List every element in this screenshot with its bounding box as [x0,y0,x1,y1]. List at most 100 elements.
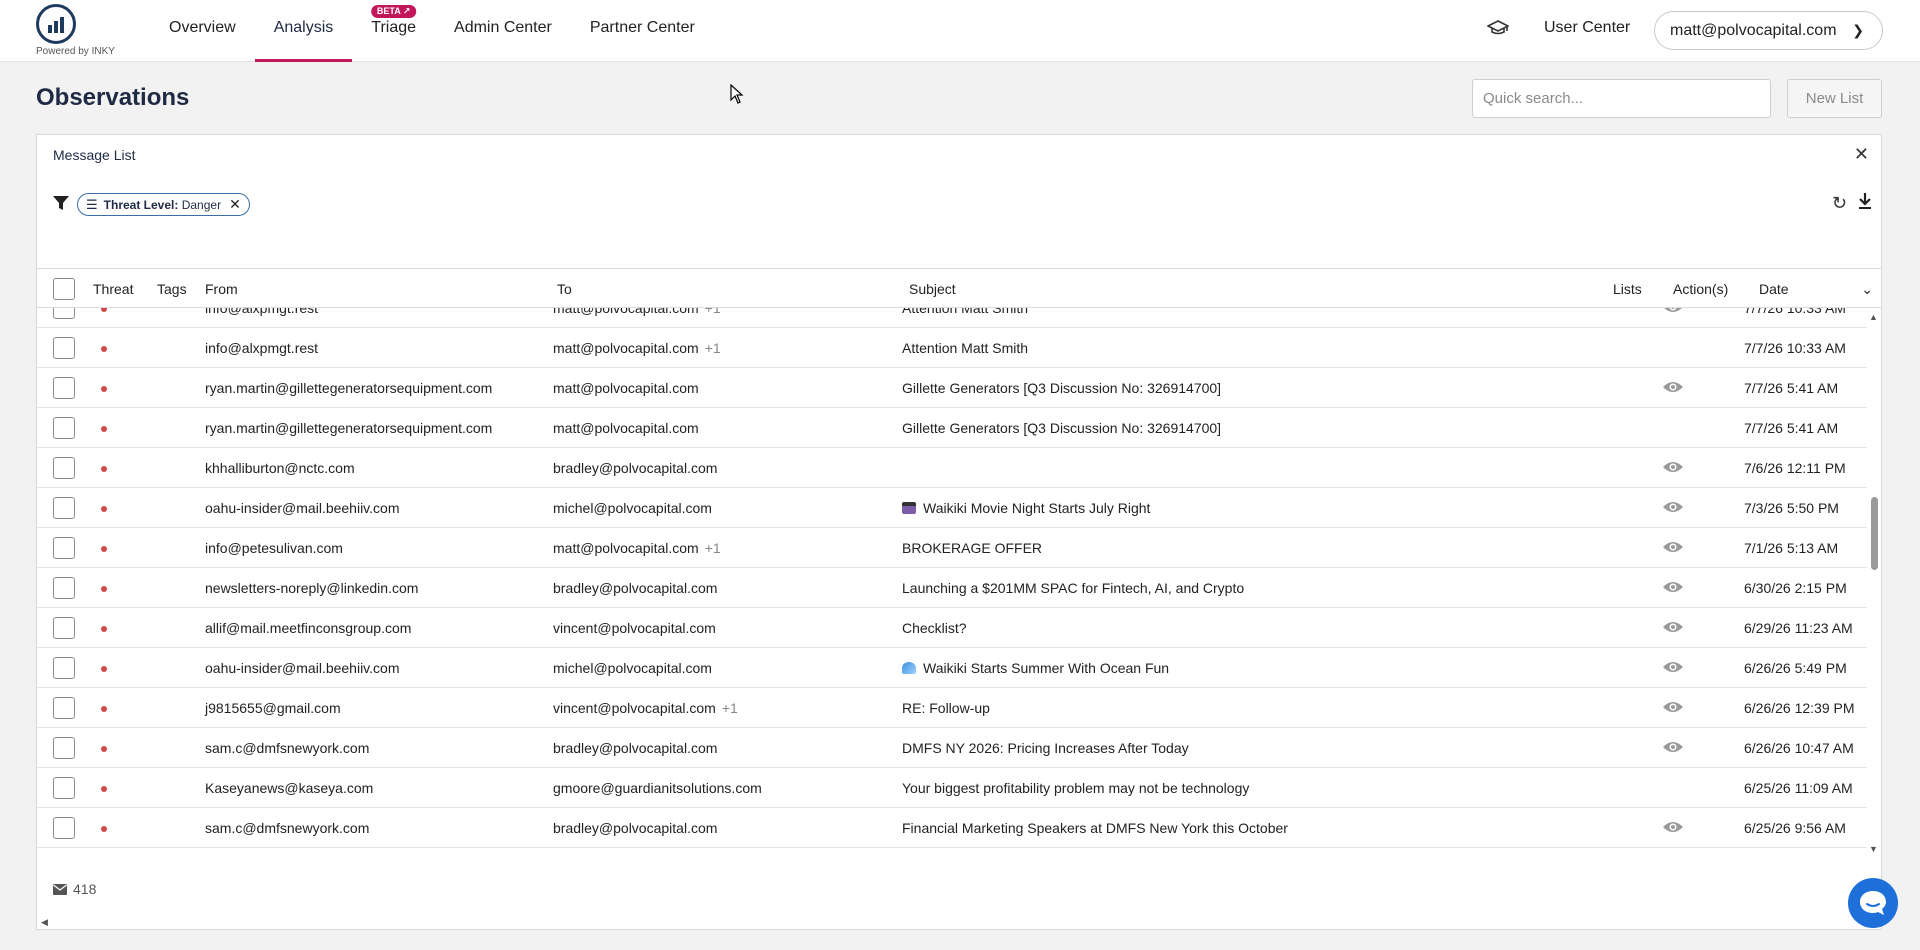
row-to-extra: +1 [704,340,721,356]
table-row[interactable]: ryan.martin@gillettegeneratorsequipment.… [37,368,1867,408]
threat-danger-dot [101,786,107,792]
scroll-left-icon[interactable]: ◀ [41,917,48,928]
row-date: 7/1/26 5:13 AM [1744,540,1839,556]
threat-danger-dot [101,546,107,552]
row-to: matt@polvocapital.com +1 [553,340,721,356]
table-row[interactable]: j9815655@gmail.com vincent@polvocapital.c… [37,688,1867,728]
table-row[interactable]: info@petesulivan.com matt@polvocapital.co… [37,528,1867,568]
row-checkbox[interactable] [53,337,75,359]
row-date: 7/7/26 10:33 AM [1744,308,1846,316]
table-row[interactable]: allif@mail.meetfinconsgroup.com vincent@p… [37,608,1867,648]
row-subject: Gillette Generators [Q3 Discussion No: 3… [902,380,1221,396]
close-icon[interactable]: ✕ [1854,144,1869,165]
row-checkbox[interactable] [53,497,75,519]
row-checkbox[interactable] [53,617,75,639]
row-to: vincent@polvocapital.com [553,620,716,636]
eye-icon[interactable] [1662,659,1684,677]
row-checkbox[interactable] [53,697,75,719]
table-row[interactable]: oahu-insider@mail.beehiiv.com michel@polv… [37,648,1867,688]
eye-icon[interactable] [1662,539,1684,557]
row-from: oahu-insider@mail.beehiiv.com [205,500,400,516]
threat-danger-dot [101,626,107,632]
vertical-scrollbar[interactable]: ▲ ▼ [1868,308,1880,856]
col-threat[interactable]: Threat [93,281,133,297]
row-date: 6/30/26 2:15 PM [1744,580,1847,596]
row-date: 7/7/26 5:41 AM [1744,380,1839,396]
table-row[interactable]: info@alxpmgt.rest matt@polvocapital.com +1… [37,308,1867,328]
filter-icon[interactable] [52,194,70,212]
external-link-icon: ↗ [402,6,411,16]
remove-filter-icon[interactable]: ✕ [229,196,241,213]
refresh-icon[interactable]: ↻ [1832,193,1847,214]
download-icon[interactable] [1857,191,1873,211]
row-subject-text: Gillette Generators [Q3 Discussion No: 3… [902,380,1222,396]
account-dropdown[interactable]: matt@polvocapital.com ❯ [1654,11,1883,50]
beta-badge-text: BETA [376,6,401,16]
chat-button[interactable] [1848,878,1898,928]
col-tags[interactable]: Tags [157,281,187,297]
row-from: j9815655@gmail.com [205,700,341,716]
select-all-checkbox[interactable] [53,278,75,300]
col-actions[interactable]: Action(s) [1673,281,1728,297]
new-list-button[interactable]: New List [1787,79,1882,118]
quick-search-input[interactable] [1472,79,1771,118]
row-from: ryan.martin@gillettegeneratorsequipment.… [205,420,493,436]
row-checkbox[interactable] [53,737,75,759]
table-row[interactable]: Kaseyanews@kaseya.com gmoore@guardianitso… [37,768,1867,808]
nav-analysis[interactable]: Analysis [254,0,353,62]
user-center-link[interactable]: User Center [1544,19,1630,37]
threat-danger-dot [101,826,107,832]
row-checkbox[interactable] [53,377,75,399]
col-date[interactable]: Date [1759,281,1789,297]
nav-partner-center[interactable]: Partner Center [571,0,714,62]
filter-value: Danger [181,197,222,212]
row-to-address: vincent@polvocapital.com [553,620,716,636]
chevron-down-icon[interactable]: ⌄ [1861,281,1873,298]
col-lists[interactable]: Lists [1613,281,1642,297]
row-checkbox[interactable] [53,777,75,799]
row-checkbox[interactable] [53,457,75,479]
nav-triage[interactable]: BETA ↗ Triage [352,0,435,62]
scroll-up-icon[interactable]: ▲ [1869,312,1878,322]
eye-icon[interactable] [1662,699,1684,717]
row-checkbox[interactable] [53,417,75,439]
col-subject[interactable]: Subject [909,281,956,297]
eye-icon[interactable] [1662,308,1684,317]
inky-logo-icon[interactable] [36,4,76,44]
table-row[interactable]: ryan.martin@gillettegeneratorsequipment.… [37,408,1867,448]
row-checkbox[interactable] [53,657,75,679]
table-row[interactable]: khhalliburton@nctc.com bradley@polvocapit… [37,448,1867,488]
eye-icon[interactable] [1662,739,1684,757]
eye-icon[interactable] [1662,459,1684,477]
scrollbar-thumb[interactable] [1871,497,1878,570]
beta-badge: BETA ↗ [370,5,417,18]
eye-icon[interactable] [1662,379,1684,397]
table-row[interactable]: info@alxpmgt.rest matt@polvocapital.com +1… [37,328,1867,368]
row-subject-text: Attention Matt Smith [902,340,1029,356]
filter-chip-threat-level[interactable]: ☰ Threat Level: Danger ✕ [77,193,250,216]
col-to[interactable]: To [557,281,572,297]
eye-icon[interactable] [1662,619,1684,637]
row-checkbox[interactable] [53,537,75,559]
row-date: 6/26/26 10:47 AM [1744,740,1854,756]
table-row[interactable]: oahu-insider@mail.beehiiv.com michel@polv… [37,488,1867,528]
table-row[interactable]: sam.c@dmfsnewyork.com bradley@polvocapita… [37,728,1867,768]
eye-icon[interactable] [1662,579,1684,597]
row-checkbox[interactable] [53,577,75,599]
table-row[interactable]: sam.c@dmfsnewyork.com bradley@polvocapita… [37,808,1867,848]
row-checkbox[interactable] [53,308,75,319]
table-row[interactable]: newsletters-noreply@linkedin.com bradley@… [37,568,1867,608]
graduation-cap-icon[interactable] [1486,19,1510,39]
nav-admin-center[interactable]: Admin Center [435,0,571,62]
eye-icon[interactable] [1662,819,1684,837]
row-checkbox[interactable] [53,817,75,839]
eye-icon[interactable] [1662,499,1684,517]
row-subject: Gillette Generators [Q3 Discussion No: 3… [902,420,1221,436]
nav-label: Admin Center [454,19,552,36]
scroll-down-icon[interactable]: ▼ [1869,844,1878,854]
chevron-down-icon: ❯ [1852,22,1864,38]
row-to: gmoore@guardianitsolutions.com [553,780,762,796]
row-to: bradley@polvocapital.com [553,580,717,596]
col-from[interactable]: From [205,281,238,297]
nav-overview[interactable]: Overview [150,0,255,62]
